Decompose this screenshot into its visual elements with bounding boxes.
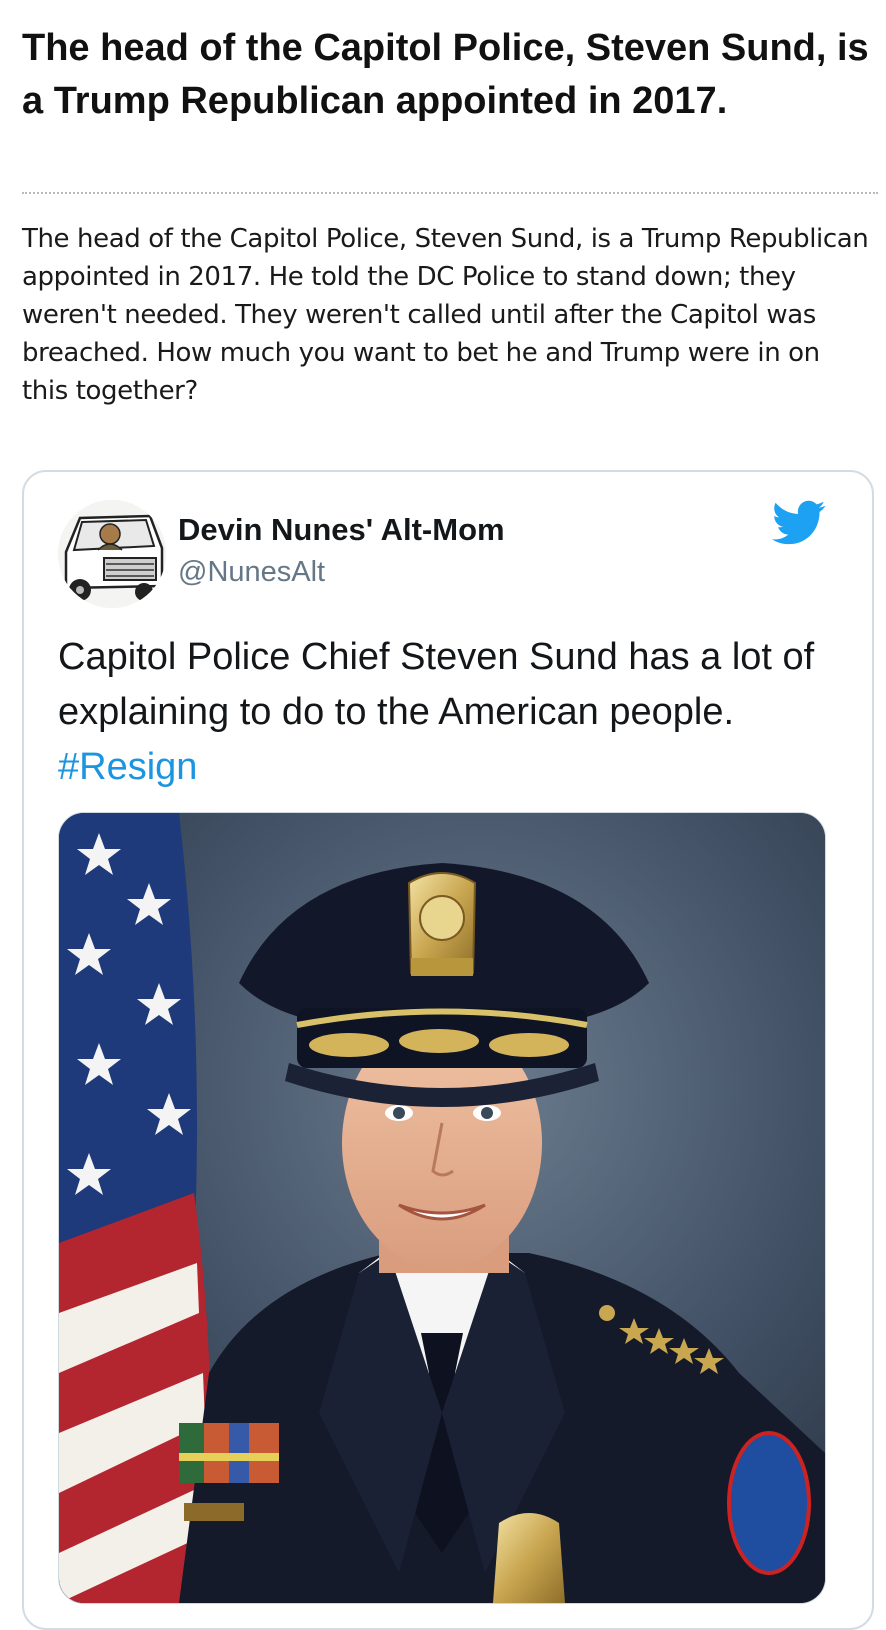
tweet-display-name[interactable]: Devin Nunes' Alt-Mom bbox=[178, 512, 505, 548]
post-body-text: The head of the Capitol Police, Steven S… bbox=[22, 224, 869, 406]
embedded-tweet-card[interactable]: Devin Nunes' Alt-Mom @NunesAlt Capitol P… bbox=[22, 470, 874, 1630]
hashtag-link[interactable]: #Resign bbox=[58, 746, 197, 788]
tweet-handle[interactable]: @NunesAlt bbox=[178, 556, 325, 589]
police-chief-portrait-photo[interactable] bbox=[58, 812, 826, 1604]
dotted-divider bbox=[22, 192, 878, 194]
american-flag bbox=[59, 813, 212, 1603]
cartoon-van-avatar-icon[interactable] bbox=[58, 500, 166, 608]
post-title: The head of the Capitol Police, Steven S… bbox=[22, 27, 869, 122]
tweet-text: Capitol Police Chief Steven Sund has a l… bbox=[58, 630, 838, 795]
tweet-text-content: Capitol Police Chief Steven Sund has a l… bbox=[58, 636, 815, 733]
twitter-bird-icon[interactable] bbox=[772, 500, 826, 546]
